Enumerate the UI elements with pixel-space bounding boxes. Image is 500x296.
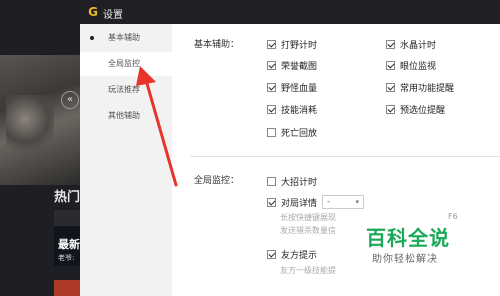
window-title: 设置 <box>103 10 123 21</box>
option-label: 大招计时 <box>281 177 318 188</box>
checkbox[interactable] <box>267 176 276 186</box>
checkbox[interactable] <box>267 39 276 49</box>
option-death-replay[interactable]: 死亡回放 <box>267 126 318 139</box>
author-label: 老爷: <box>58 254 75 262</box>
option-monster-hp[interactable]: 野怪血量 <box>267 81 318 94</box>
chevron-down-icon: ▾ <box>355 198 359 206</box>
watermark-subtitle: 助你轻松解决 <box>372 254 438 265</box>
match-details-dropdown[interactable]: - ▾ <box>322 195 364 209</box>
title-bar[interactable]: G 设置 <box>80 0 500 24</box>
bottom-banner <box>54 280 80 296</box>
option-honor-screenshot[interactable]: 荣誉截图 <box>267 59 318 72</box>
checkbox[interactable] <box>386 60 395 70</box>
option-jungle-timer[interactable]: 打野计时 <box>267 38 318 51</box>
option-label: 技能消耗 <box>281 105 318 116</box>
option-label: 眼位监视 <box>400 61 437 72</box>
background-app: « 热门 最新 老爷: <box>0 0 80 296</box>
dropdown-value: - <box>327 197 330 206</box>
option-common-reminder[interactable]: 常用功能提醒 <box>386 81 455 94</box>
sidebar-item-global-monitor[interactable]: 全局监控 <box>80 52 172 76</box>
sidebar-item-label: 其他辅助 <box>108 111 140 120</box>
option-ward-monitor[interactable]: 眼位监视 <box>386 59 437 72</box>
watermark: 百科全说 助你轻松解决 <box>358 220 468 272</box>
match-details-desc-2: 发送猎杀数量信 <box>280 226 336 235</box>
hot-section-title: 热门 <box>54 190 80 205</box>
checkbox[interactable] <box>267 60 276 70</box>
ally-hint-desc: 友方一级技能提 <box>280 266 336 275</box>
checkbox[interactable] <box>386 104 395 114</box>
sidebar-item-label: 全局监控 <box>108 59 140 68</box>
option-label: 打野计时 <box>281 40 318 51</box>
option-match-details[interactable]: 对局详情 <box>267 196 318 209</box>
checkbox[interactable] <box>267 104 276 114</box>
global-section-label: 全局监控： <box>194 176 240 186</box>
match-details-desc-1: 长按快捷键展现 <box>280 213 336 222</box>
option-label: 友方提示 <box>281 250 318 261</box>
hero-artwork <box>0 55 80 185</box>
option-label: 常用功能提醒 <box>400 83 455 94</box>
option-label: 对局详情 <box>281 198 318 209</box>
option-label: 预选位提醒 <box>400 105 446 116</box>
sidebar-item-gameplay-recommend[interactable]: 玩法推荐 <box>80 78 172 102</box>
checkbox[interactable] <box>386 82 395 92</box>
bullet-icon <box>90 36 94 40</box>
option-ally-hint[interactable]: 友方提示 <box>267 248 318 261</box>
option-ult-timer[interactable]: 大招计时 <box>267 175 318 188</box>
checkbox[interactable] <box>267 249 276 259</box>
latest-label: 最新 <box>58 238 80 251</box>
section-divider <box>190 156 500 157</box>
sidebar-item-basic-assist[interactable]: 基本辅助 <box>80 26 172 50</box>
option-label: 水晶计时 <box>400 40 437 51</box>
checkbox[interactable] <box>267 82 276 92</box>
watermark-title: 百科全说 <box>366 226 450 250</box>
sidebar-item-label: 基本辅助 <box>108 33 140 42</box>
option-label: 荣誉截图 <box>281 61 318 72</box>
sidebar-item-label: 玩法推荐 <box>108 85 140 94</box>
carousel-prev-button[interactable]: « <box>61 91 79 109</box>
checkbox[interactable] <box>267 127 276 137</box>
app-logo-icon: G <box>88 5 98 19</box>
sidebar-item-other-assist[interactable]: 其他辅助 <box>80 104 172 128</box>
option-crystal-timer[interactable]: 水晶计时 <box>386 38 437 51</box>
settings-sidebar: 基本辅助 全局监控 玩法推荐 其他辅助 <box>80 24 172 296</box>
option-label: 野怪血量 <box>281 83 318 94</box>
basic-section-label: 基本辅助： <box>194 40 240 50</box>
option-preselect-reminder[interactable]: 预选位提醒 <box>386 103 446 116</box>
option-label: 死亡回放 <box>281 128 318 139</box>
checkbox[interactable] <box>386 39 395 49</box>
checkbox[interactable] <box>267 197 276 207</box>
option-skill-cost[interactable]: 技能消耗 <box>267 103 318 116</box>
